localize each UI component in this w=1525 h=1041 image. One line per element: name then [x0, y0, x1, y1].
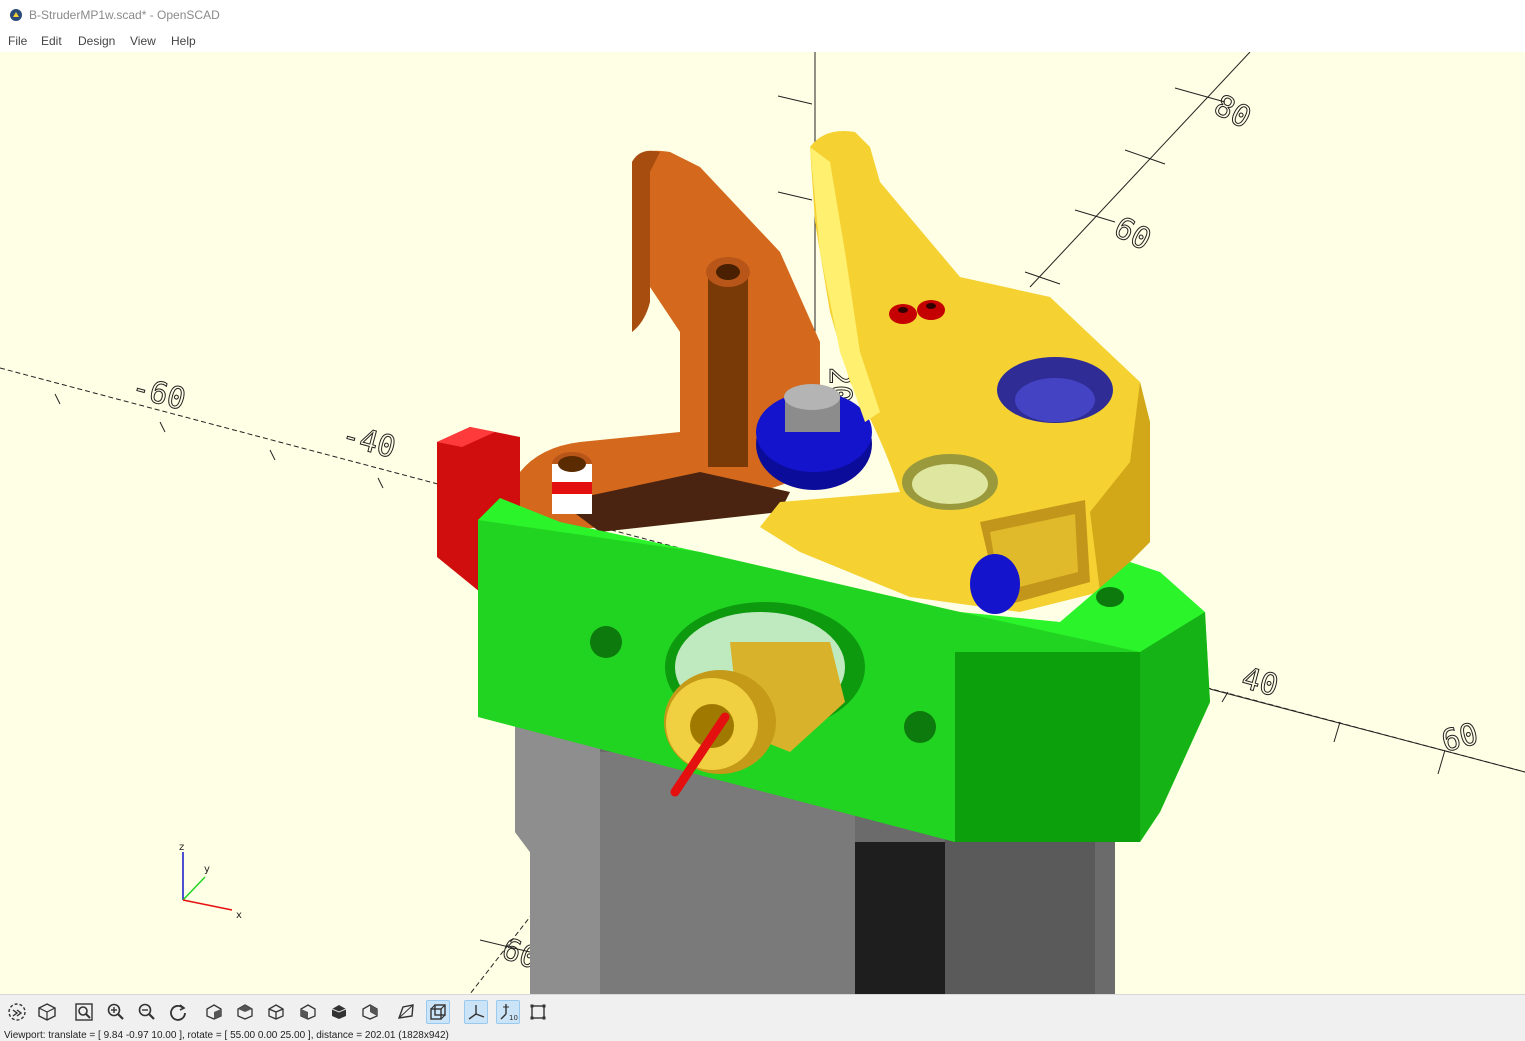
show-edges-icon[interactable]: [526, 1000, 550, 1024]
menu-bar: File Edit Design View Help: [0, 30, 1525, 53]
view-toolbar: 10: [0, 994, 1525, 1029]
view-back-icon[interactable]: [358, 1000, 382, 1024]
orientation-gizmo: z y x: [179, 842, 242, 921]
view-bottom-icon[interactable]: [264, 1000, 288, 1024]
preview-icon[interactable]: [5, 1000, 29, 1024]
axis-tick-label: 60: [1108, 210, 1156, 258]
menu-view[interactable]: View: [130, 34, 156, 48]
view-left-icon[interactable]: [296, 1000, 320, 1024]
view-all-icon[interactable]: [72, 1000, 96, 1024]
axis-tick-label: -60: [128, 370, 189, 418]
reset-view-icon[interactable]: [166, 1000, 190, 1024]
model-render: 80 60 -60 -40 40 60 40 40 60 20: [0, 52, 1525, 994]
window-title: B-StruderMP1w.scad* - OpenSCAD: [29, 8, 220, 22]
gizmo-x-label: x: [236, 910, 242, 921]
axis-tick-label: 60: [1438, 717, 1482, 760]
axis-tick-label: 80: [1208, 88, 1256, 136]
gizmo-z-label: z: [179, 842, 184, 853]
menu-edit[interactable]: Edit: [41, 34, 62, 48]
axis-tick-label: -40: [338, 418, 399, 466]
status-bar: Viewport: translate = [ 9.84 -0.97 10.00…: [0, 1028, 1525, 1041]
show-scale-markers-icon[interactable]: 10: [496, 1000, 520, 1024]
menu-design[interactable]: Design: [78, 34, 115, 48]
perspective-icon[interactable]: [394, 1000, 418, 1024]
zoom-in-icon[interactable]: [104, 1000, 128, 1024]
menu-file[interactable]: File: [8, 34, 27, 48]
title-bar: B-StruderMP1w.scad* - OpenSCAD: [0, 0, 1525, 30]
view-front-icon[interactable]: [327, 1000, 351, 1024]
orthogonal-icon[interactable]: [426, 1000, 450, 1024]
zoom-out-icon[interactable]: [135, 1000, 159, 1024]
view-right-icon[interactable]: [202, 1000, 226, 1024]
viewport-status-text: Viewport: translate = [ 9.84 -0.97 10.00…: [4, 1030, 449, 1041]
svg-text:10: 10: [509, 1014, 518, 1022]
menu-help[interactable]: Help: [171, 34, 196, 48]
render-icon[interactable]: [35, 1000, 59, 1024]
show-axes-icon[interactable]: [464, 1000, 488, 1024]
view-top-icon[interactable]: [233, 1000, 257, 1024]
openscad-icon: [10, 9, 22, 21]
3d-viewport[interactable]: 80 60 -60 -40 40 60 40 40 60 20: [0, 52, 1525, 994]
gizmo-y-label: y: [204, 864, 210, 875]
